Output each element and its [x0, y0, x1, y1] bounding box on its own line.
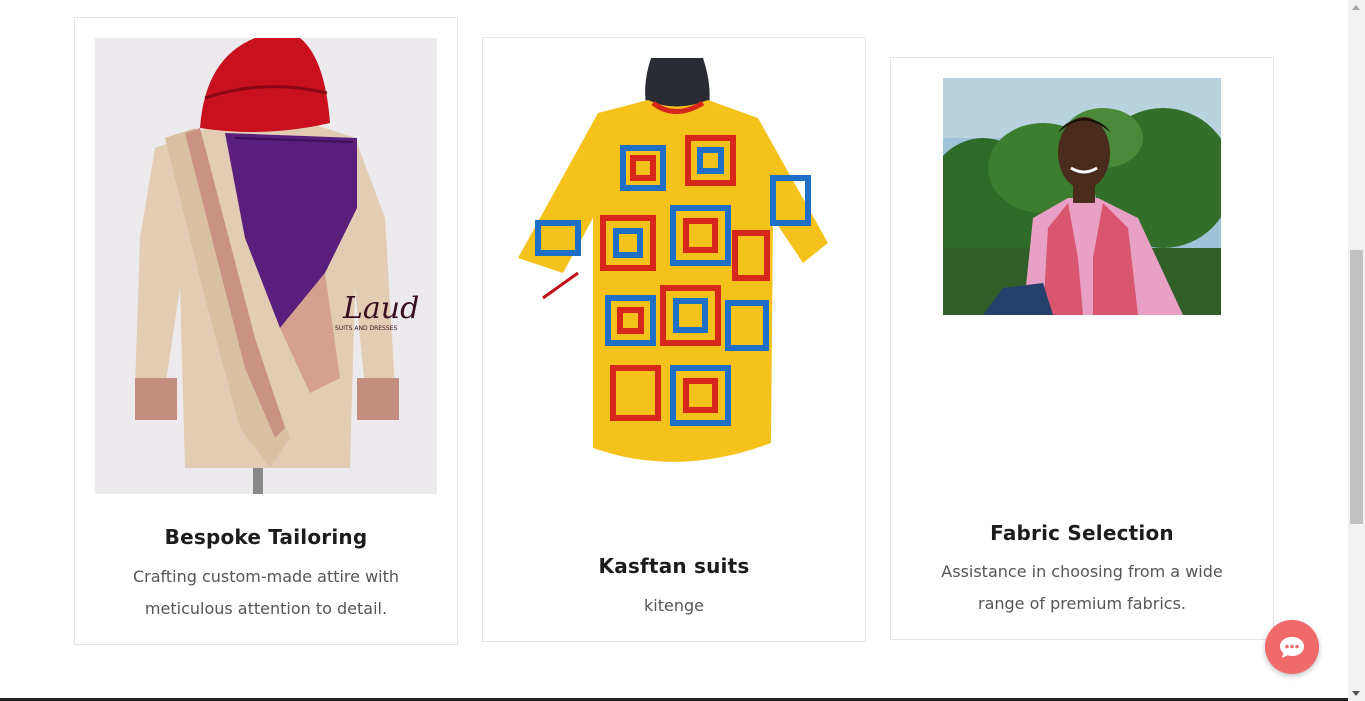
chat-button[interactable]	[1265, 620, 1319, 674]
service-title: Bespoke Tailoring	[164, 525, 368, 549]
service-description: kitenge	[644, 596, 704, 615]
service-image-fabric	[943, 78, 1221, 315]
scroll-up-arrow-icon[interactable]	[1352, 5, 1360, 10]
service-image-kaftan	[503, 58, 845, 473]
service-title: Fabric Selection	[990, 521, 1174, 545]
service-title: Kasftan suits	[598, 554, 750, 578]
svg-text:Laud: Laud	[342, 291, 419, 326]
service-card-fabric: Fabric Selection Assistance in choosing …	[890, 57, 1274, 640]
svg-text:SUITS AND DRESSES: SUITS AND DRESSES	[335, 325, 397, 332]
service-image-bespoke: Laud SUITS AND DRESSES	[95, 38, 437, 494]
scrollbar-thumb[interactable]	[1350, 250, 1363, 524]
scroll-down-arrow-icon[interactable]	[1352, 691, 1360, 696]
service-description: Assistance in choosing from a wide range…	[941, 562, 1223, 613]
service-card-kaftan: Kasftan suits kitenge	[482, 37, 866, 642]
service-card-bespoke: Laud SUITS AND DRESSES Bespoke Tailoring…	[74, 17, 458, 645]
service-description: Crafting custom-made attire with meticul…	[132, 567, 400, 618]
chat-bubble-icon	[1280, 637, 1304, 658]
vertical-scrollbar[interactable]	[1348, 0, 1365, 701]
